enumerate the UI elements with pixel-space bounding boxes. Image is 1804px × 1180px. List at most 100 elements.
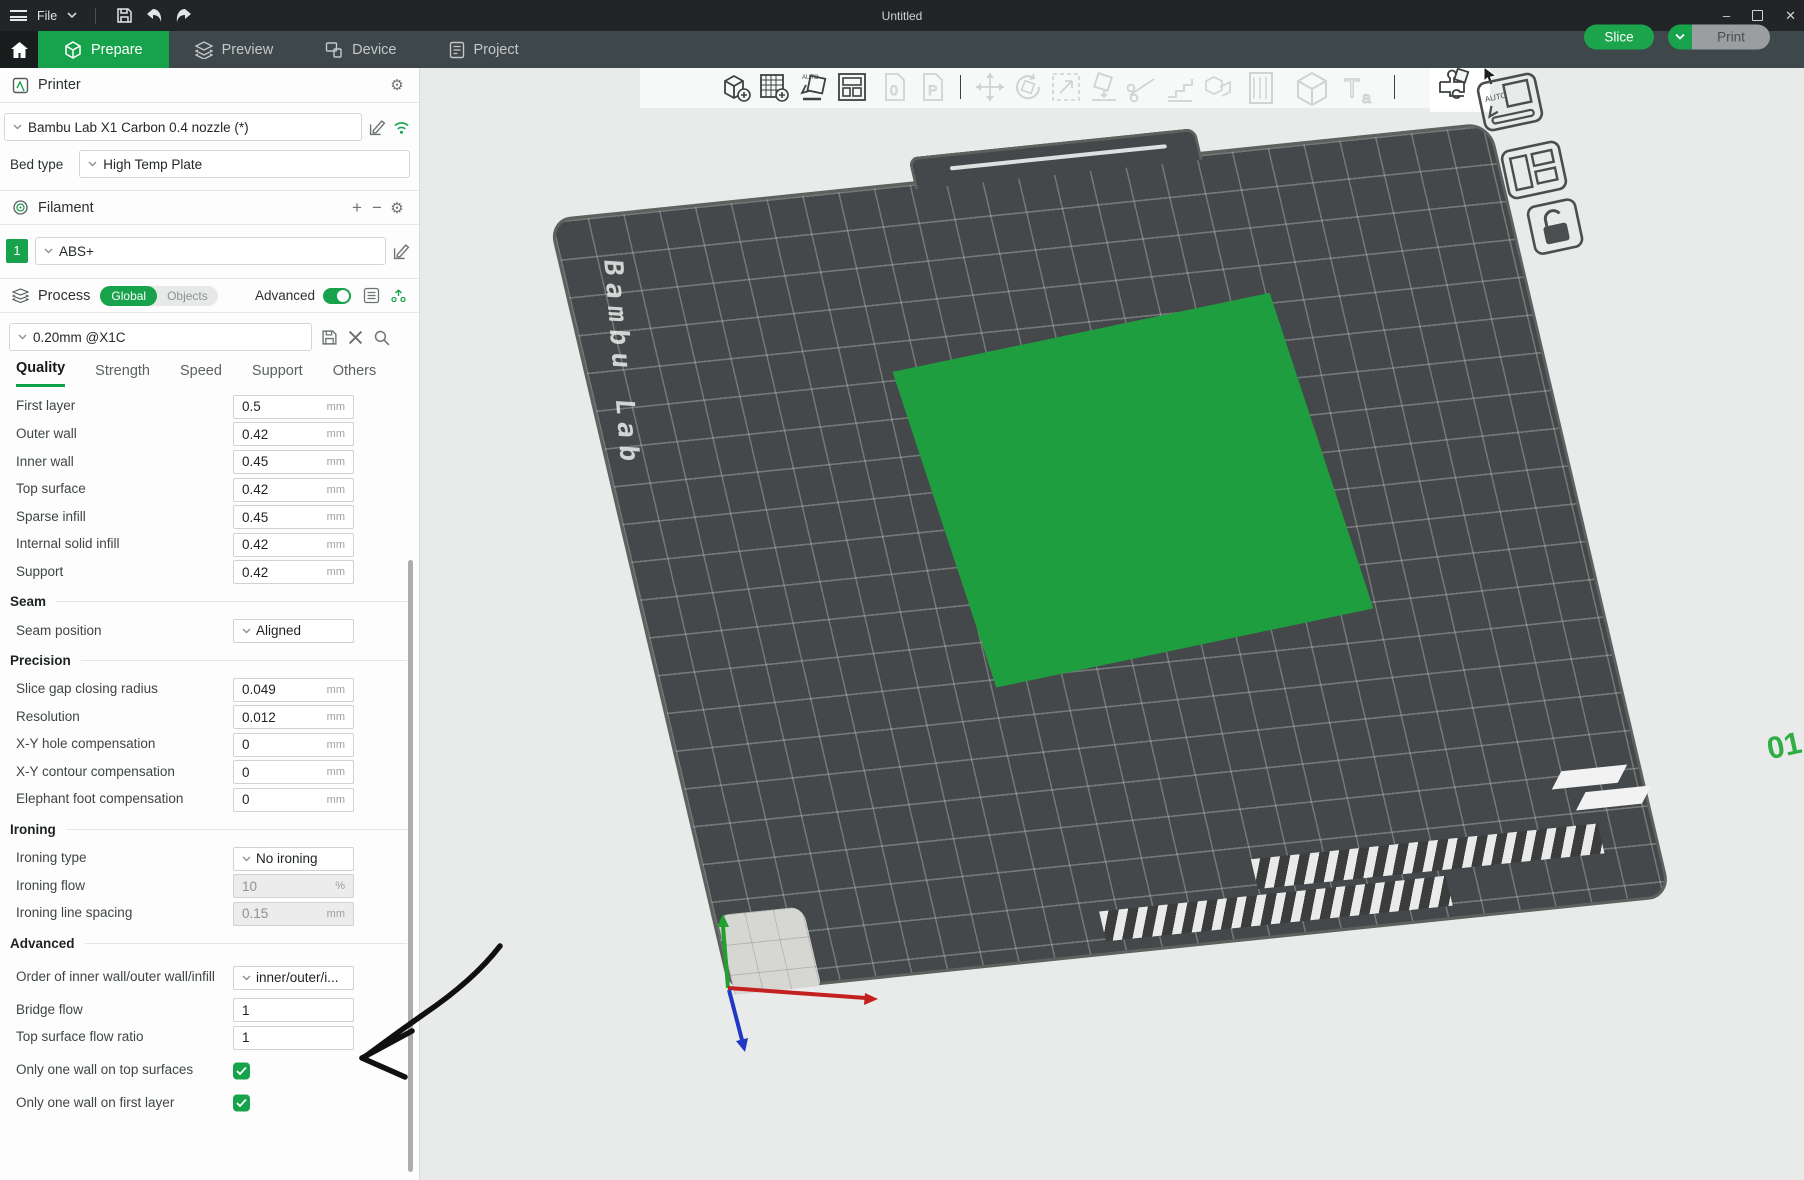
plate-brand-text: Bambu Lab bbox=[597, 259, 644, 470]
auto-orient-side-icon[interactable]: AUTO bbox=[1474, 70, 1545, 134]
tab-project[interactable]: Project bbox=[423, 31, 545, 68]
tab-others[interactable]: Others bbox=[333, 363, 377, 387]
bed-type-label: Bed type bbox=[10, 157, 63, 172]
setting-row: X-Y contour compensation 0mm bbox=[0, 759, 419, 787]
delete-preset-icon[interactable] bbox=[347, 329, 364, 346]
chevron-down-icon[interactable] bbox=[67, 12, 77, 19]
bridge-flow-input[interactable]: 1 bbox=[233, 998, 354, 1022]
scope-global[interactable]: Global bbox=[100, 286, 157, 306]
setting-row: Ironing line spacing 0.15mm bbox=[0, 900, 419, 928]
wifi-connection-icon[interactable] bbox=[393, 119, 410, 136]
elephant-foot-compensation-input[interactable]: 0mm bbox=[233, 788, 354, 812]
ironing-line-spacing-input: 0.15mm bbox=[233, 902, 354, 926]
print-options-button[interactable] bbox=[1668, 25, 1692, 50]
save-icon[interactable] bbox=[114, 6, 134, 26]
split-tool-icon bbox=[1202, 71, 1234, 103]
setting-row: Support 0.42mm bbox=[0, 559, 419, 587]
resolution-input[interactable]: 0.012mm bbox=[233, 705, 354, 729]
tab-device[interactable]: Device bbox=[299, 31, 422, 68]
scope-objects[interactable]: Objects bbox=[157, 286, 218, 306]
unlock-side-icon[interactable] bbox=[1522, 194, 1593, 258]
undo-icon[interactable] bbox=[144, 6, 164, 26]
edit-printer-icon[interactable] bbox=[369, 119, 386, 136]
hamburger-menu-icon[interactable] bbox=[10, 10, 27, 21]
add-filament-icon[interactable]: + bbox=[347, 198, 367, 218]
tab-speed[interactable]: Speed bbox=[180, 363, 222, 387]
tab-quality[interactable]: Quality bbox=[16, 360, 65, 387]
add-plate-icon[interactable] bbox=[758, 71, 790, 103]
chevron-down-icon bbox=[242, 975, 251, 981]
slice-button[interactable]: Slice bbox=[1584, 25, 1654, 50]
ironing-type-select[interactable]: No ironing bbox=[233, 847, 354, 871]
close-button[interactable]: ✕ bbox=[1785, 8, 1796, 24]
toolbar-separator bbox=[1394, 75, 1395, 99]
svg-text:0: 0 bbox=[890, 82, 898, 98]
edit-filament-icon[interactable] bbox=[393, 243, 410, 260]
inner-wall-input[interactable]: 0.45mm bbox=[233, 450, 354, 474]
plate-origin-patch bbox=[716, 906, 821, 994]
xy-contour-compensation-input[interactable]: 0mm bbox=[233, 760, 354, 784]
process-title: Process bbox=[38, 288, 90, 304]
advanced-toggle[interactable] bbox=[323, 288, 351, 304]
printer-select[interactable]: Bambu Lab X1 Carbon 0.4 nozzle (*) bbox=[4, 113, 362, 141]
setting-row: Ironing type No ironing bbox=[0, 845, 419, 873]
compare-presets-icon[interactable] bbox=[390, 287, 407, 304]
only-one-wall-top-checkbox[interactable] bbox=[233, 1062, 250, 1079]
tab-strength[interactable]: Strength bbox=[95, 363, 150, 387]
print-button[interactable]: Print bbox=[1692, 25, 1770, 50]
arrange-icon[interactable] bbox=[836, 71, 868, 103]
redo-icon[interactable] bbox=[174, 6, 194, 26]
assembly-view-icon[interactable] bbox=[1436, 68, 1468, 100]
remove-filament-icon[interactable]: − bbox=[367, 198, 387, 218]
chevron-down-icon bbox=[13, 124, 22, 130]
minimize-button[interactable]: – bbox=[1723, 8, 1730, 23]
filament-settings-gear-icon[interactable]: ⚙ bbox=[387, 199, 407, 217]
print-split-button: Print bbox=[1668, 25, 1770, 50]
auto-orient-icon[interactable]: AUTO bbox=[797, 71, 829, 103]
arrange-side-icon[interactable] bbox=[1498, 138, 1569, 202]
first-layer-input[interactable]: 0.5mm bbox=[233, 395, 354, 419]
sparse-infill-input[interactable]: 0.45mm bbox=[233, 505, 354, 529]
setting-row: Top surface flow ratio 1 bbox=[0, 1024, 419, 1052]
tab-preview[interactable]: Preview bbox=[169, 31, 300, 68]
setting-row: Order of inner wall/outer wall/infill in… bbox=[0, 959, 419, 997]
top-surface-input[interactable]: 0.42mm bbox=[233, 478, 354, 502]
filament-slot-badge: 1 bbox=[6, 239, 28, 263]
tab-prepare[interactable]: Prepare bbox=[38, 31, 169, 68]
build-plate[interactable]: Bambu Lab bbox=[548, 122, 1672, 994]
add-object-icon[interactable] bbox=[720, 71, 752, 103]
viewport-3d[interactable]: Bambu Lab AUTO 0 P bbox=[421, 68, 1804, 1180]
support-input[interactable]: 0.42mm bbox=[233, 560, 354, 584]
bed-type-select[interactable]: High Temp Plate bbox=[79, 150, 410, 178]
seam-position-select[interactable]: Aligned bbox=[233, 619, 354, 643]
check-icon bbox=[236, 1066, 247, 1075]
layer-height-icon bbox=[1164, 71, 1196, 103]
outer-wall-input[interactable]: 0.42mm bbox=[233, 422, 354, 446]
panel-scrollbar[interactable] bbox=[408, 560, 413, 1172]
filament-select[interactable]: ABS+ bbox=[35, 237, 386, 265]
printer-icon bbox=[12, 77, 29, 94]
move-tool-icon bbox=[974, 71, 1006, 103]
tab-support[interactable]: Support bbox=[252, 363, 303, 387]
setting-list-icon[interactable] bbox=[363, 287, 380, 304]
search-settings-icon[interactable] bbox=[373, 329, 390, 346]
internal-solid-infill-input[interactable]: 0.42mm bbox=[233, 533, 354, 557]
printer-settings-gear-icon[interactable]: ⚙ bbox=[387, 76, 407, 94]
printer-title: Printer bbox=[38, 77, 81, 93]
only-one-wall-first-layer-checkbox[interactable] bbox=[233, 1095, 250, 1112]
top-surface-flow-ratio-input[interactable]: 1 bbox=[233, 1026, 354, 1050]
setting-row: Only one wall on top surfaces bbox=[0, 1052, 419, 1090]
chevron-down-icon bbox=[1675, 34, 1685, 41]
setting-row: First layer 0.5mm bbox=[0, 393, 419, 421]
file-menu[interactable]: File bbox=[37, 9, 57, 23]
printer-section-header: Printer ⚙ bbox=[0, 68, 419, 103]
xy-hole-compensation-input[interactable]: 0mm bbox=[233, 733, 354, 757]
home-button[interactable] bbox=[0, 31, 38, 68]
setting-row: Top surface 0.42mm bbox=[0, 476, 419, 504]
save-preset-icon[interactable] bbox=[321, 329, 338, 346]
maximize-button[interactable] bbox=[1752, 10, 1763, 21]
process-preset-select[interactable]: 0.20mm @X1C bbox=[9, 323, 312, 351]
model-object[interactable] bbox=[893, 293, 1374, 688]
slice-gap-closing-radius-input[interactable]: 0.049mm bbox=[233, 678, 354, 702]
wall-order-select[interactable]: inner/outer/i... bbox=[233, 966, 354, 990]
